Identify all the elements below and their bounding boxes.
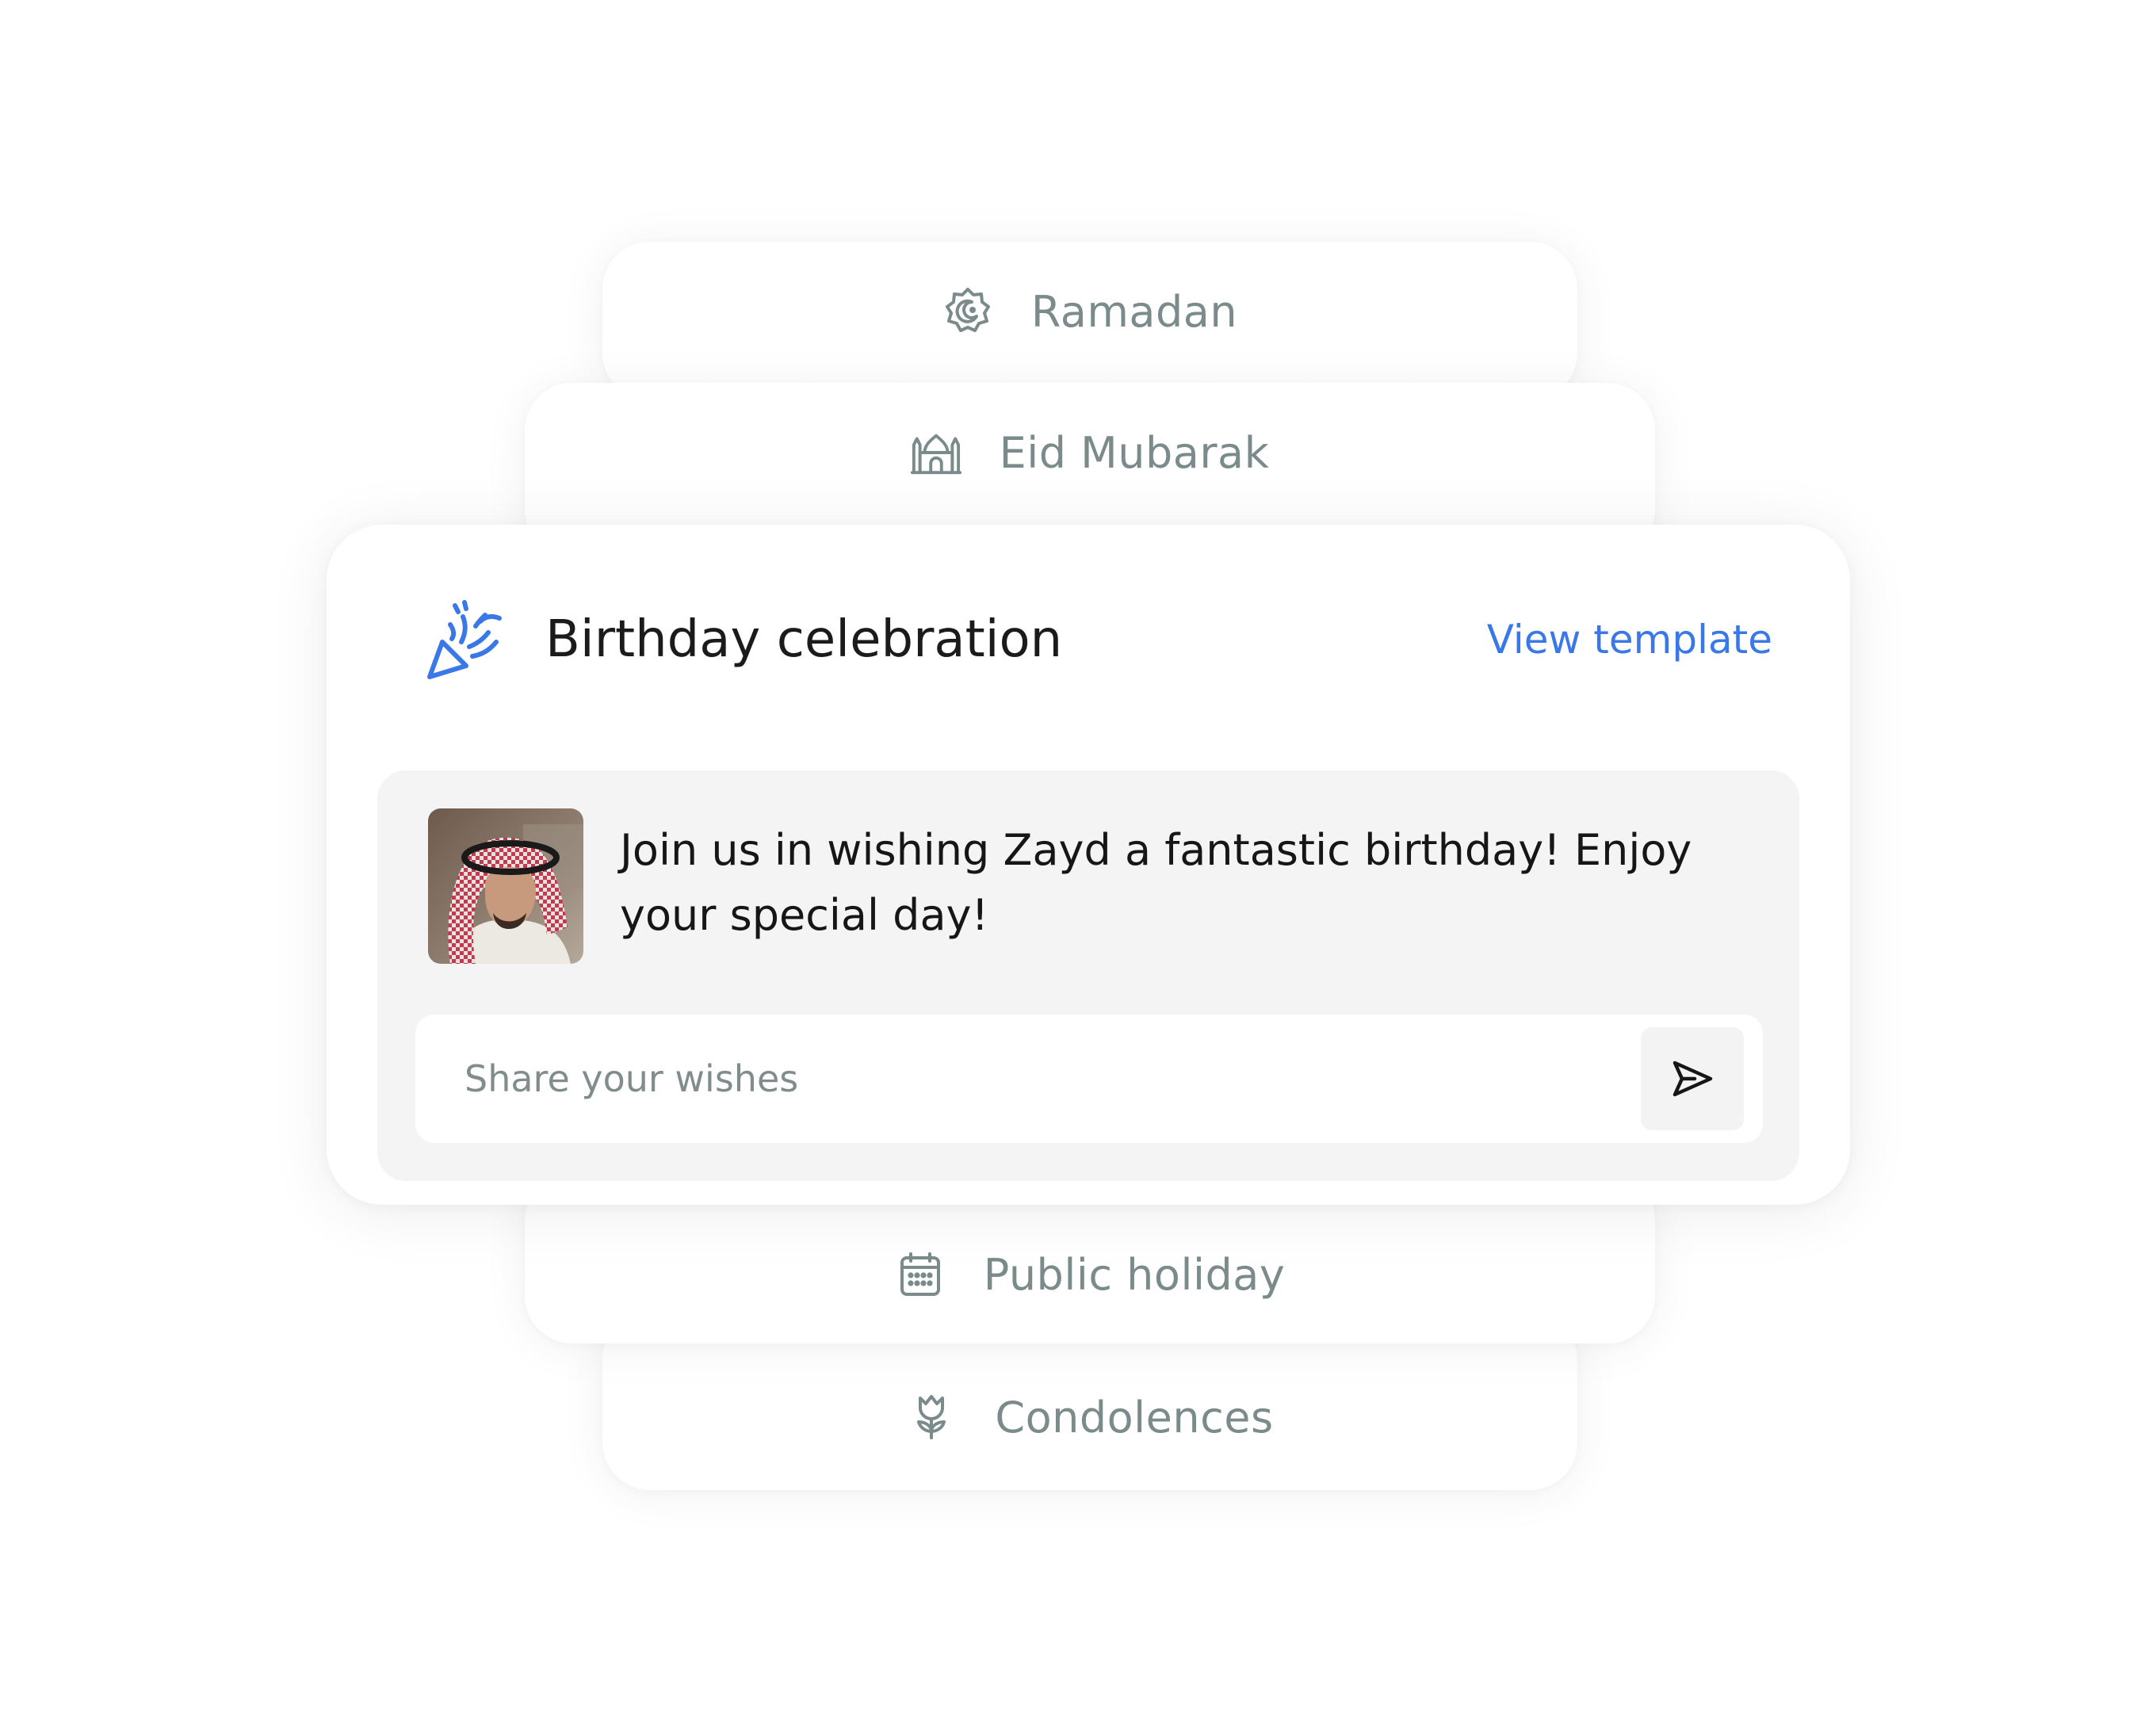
view-template-link[interactable]: View template [1487, 612, 1772, 667]
calendar-icon [895, 1249, 946, 1300]
card-public-label: Public holiday [983, 1249, 1286, 1300]
mosque-icon [910, 427, 961, 478]
birthday-card: Birthday celebration View template Join … [327, 525, 1850, 1205]
avatar [428, 808, 583, 964]
flower-icon [906, 1392, 957, 1443]
card-condol-row: Condolences [906, 1392, 1273, 1443]
wish-input-container [415, 1015, 1763, 1143]
wish-input[interactable] [415, 1015, 1573, 1143]
card-eid-row: Eid Mubarak [910, 427, 1270, 478]
birthday-card-header: Birthday celebration View template [327, 525, 1850, 739]
card-condol-label: Condolences [995, 1392, 1274, 1443]
send-button[interactable] [1641, 1027, 1744, 1130]
moon-star-badge-icon [942, 286, 993, 337]
card-ramadan-row: Ramadan [942, 286, 1237, 337]
card-public-row: Public holiday [895, 1249, 1286, 1300]
card-ramadan[interactable]: Ramadan [602, 242, 1577, 400]
card-title: Birthday celebration [545, 610, 1063, 669]
message-text: Join us in wishing Zayd a fantastic birt… [620, 825, 1692, 940]
send-icon [1671, 1057, 1714, 1100]
stage: Ramadan Eid Mubarak Public holiday Condo… [0, 0, 2156, 1712]
card-ramadan-label: Ramadan [1030, 286, 1238, 337]
message-panel: Join us in wishing Zayd a fantastic birt… [377, 770, 1799, 1181]
party-popper-icon [420, 598, 507, 685]
card-eid-label: Eid Mubarak [999, 427, 1270, 478]
